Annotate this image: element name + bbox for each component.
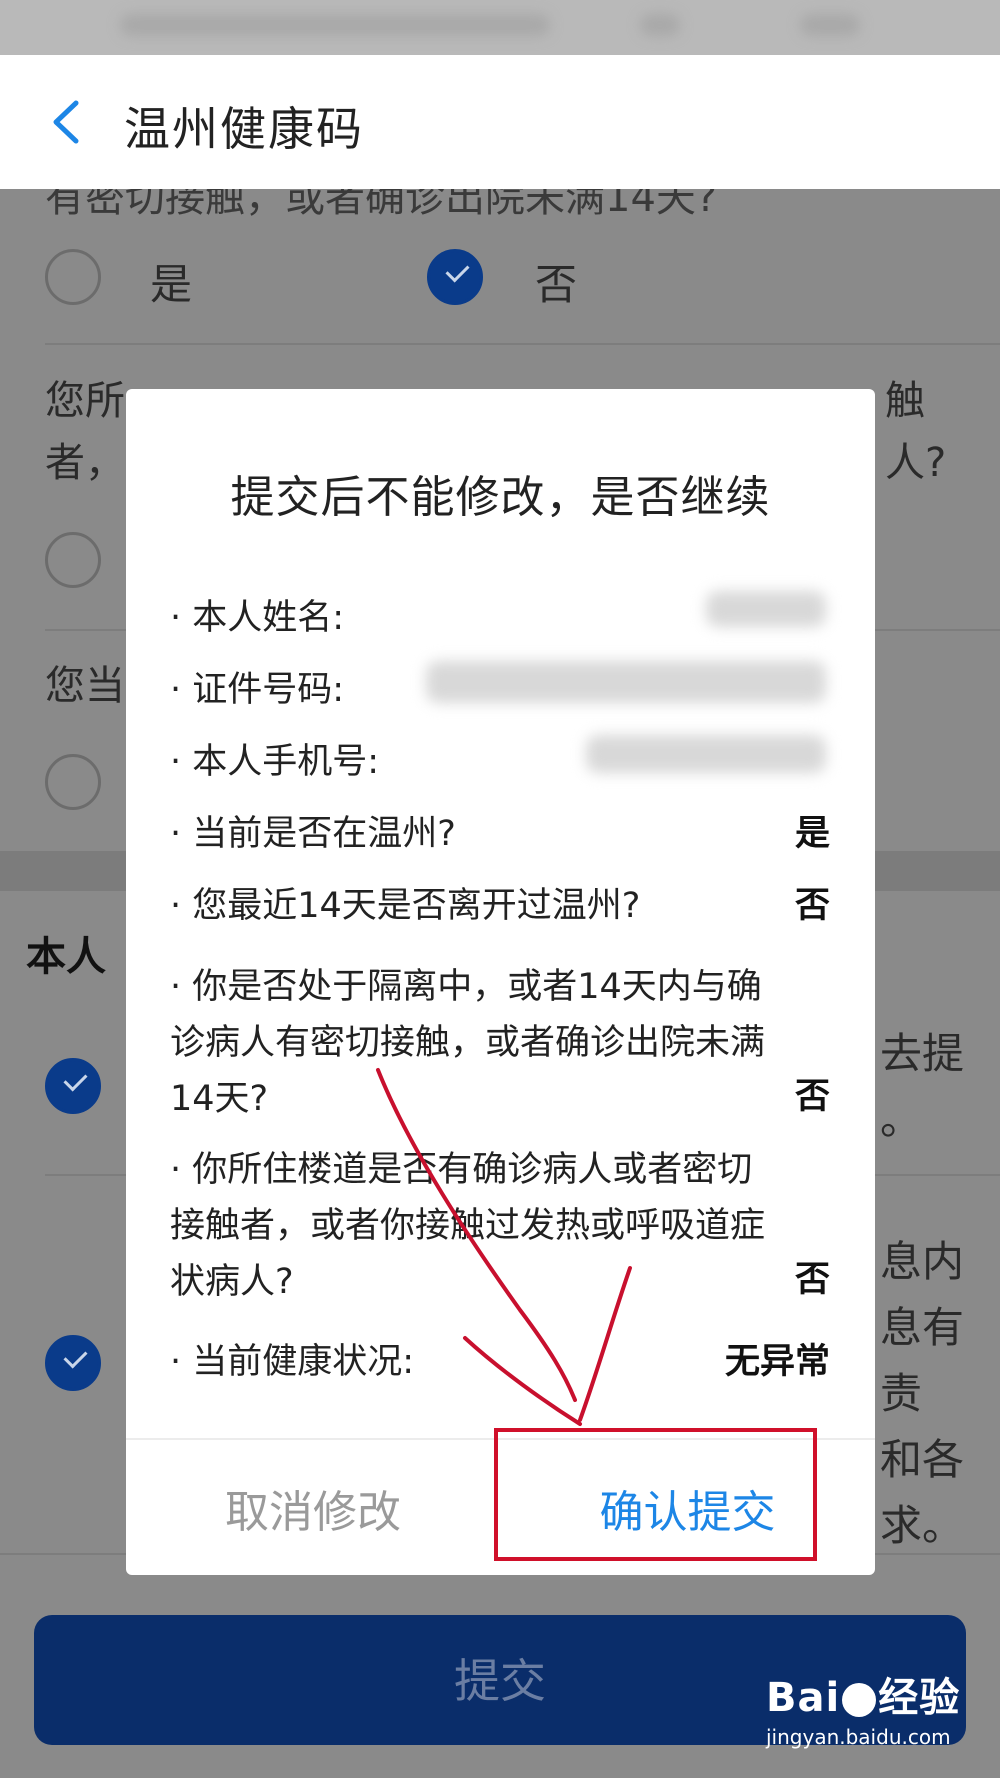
row-label-line: 状病人?	[170, 1262, 294, 1302]
radio-yes[interactable]	[45, 754, 101, 810]
option-label: 是	[150, 260, 193, 309]
status-bar	[0, 0, 1000, 55]
status-icon	[800, 14, 860, 36]
agreement-text: 去提	[880, 1029, 965, 1078]
annotation-highlight-box	[494, 1428, 817, 1561]
row-label: · 当前健康状况:	[170, 1342, 415, 1382]
row-label-line: · 你所住楼道是否有确诊病人或者密切	[170, 1150, 753, 1190]
agreement-checkbox-checked[interactable]	[45, 1058, 101, 1114]
redacted-phone	[586, 735, 826, 773]
dialog-title: 提交后不能修改，是否继续	[230, 472, 771, 523]
radio-yes[interactable]	[45, 532, 101, 588]
watermark-site: jingyan.baidu.com	[766, 1725, 951, 1749]
question-text: 触	[885, 378, 925, 424]
page-title: 温州健康码	[124, 102, 364, 156]
back-arrow-icon[interactable]	[42, 95, 96, 149]
summary-row-isolation: · 你是否处于隔离中，或者14天内与确 诊病人有密切接触，或者确诊出院未满 14…	[170, 959, 830, 1129]
watermark-brand-left: Bai	[766, 1675, 841, 1721]
row-value: 无异常	[724, 1342, 830, 1382]
option-label: 否	[535, 260, 578, 309]
question-text: 您当	[45, 663, 125, 709]
radio-no-checked[interactable]	[427, 249, 483, 305]
row-label-line: 接触者，或者你接触过发热或呼吸道症	[170, 1206, 766, 1246]
divider	[45, 343, 1000, 345]
baidu-watermark: Bai 经验 jingyan.baidu.com	[766, 1665, 966, 1765]
row-value: 是	[794, 814, 830, 854]
row-label: · 您最近14天是否离开过温州?	[170, 886, 641, 926]
radio-yes[interactable]	[45, 249, 101, 305]
question-text: 人?	[885, 440, 947, 486]
question-text: 您所	[45, 378, 125, 424]
summary-row-building: · 你所住楼道是否有确诊病人或者密切 接触者，或者你接触过发热或呼吸道症 状病人…	[170, 1142, 830, 1312]
row-label: · 当前是否在温州?	[170, 814, 456, 854]
agreement-text: 息内	[880, 1237, 965, 1286]
watermark-brand-right: 经验	[878, 1675, 961, 1721]
row-label: · 本人姓名:	[170, 598, 345, 638]
row-value: 否	[794, 1077, 830, 1117]
status-icon	[640, 14, 680, 36]
row-label: · 证件号码:	[170, 670, 345, 710]
row-label-line: · 你是否处于隔离中，或者14天内与确	[170, 967, 762, 1007]
confirm-dialog: 提交后不能修改，是否继续 · 本人姓名: · 证件号码: · 本人手机号: · …	[126, 389, 875, 1575]
status-bar-blur	[120, 14, 550, 36]
cancel-edit-button[interactable]: 取消修改	[126, 1440, 500, 1575]
redacted-name	[706, 591, 826, 627]
question-text: 者，	[45, 440, 125, 486]
row-label-line: 14天?	[170, 1079, 269, 1119]
row-value: 否	[794, 886, 830, 926]
agreement-checkbox-checked[interactable]	[45, 1335, 101, 1391]
row-value: 否	[794, 1260, 830, 1300]
agreement-text: 责	[880, 1369, 923, 1418]
section-title: 本人	[26, 934, 106, 980]
watermark-logo: Bai 经验	[766, 1665, 966, 1723]
agreement-text: 。	[880, 1095, 923, 1144]
paw-icon	[842, 1683, 877, 1717]
row-label-line: 诊病人有密切接触，或者确诊出院未满	[170, 1023, 766, 1063]
redacted-id-number	[426, 661, 826, 703]
app-bar: 温州健康码	[0, 55, 1000, 189]
agreement-text: 和各	[880, 1435, 965, 1484]
agreement-text: 求。	[880, 1501, 965, 1550]
agreement-text: 息有	[880, 1303, 965, 1352]
row-label: · 本人手机号:	[170, 742, 380, 782]
